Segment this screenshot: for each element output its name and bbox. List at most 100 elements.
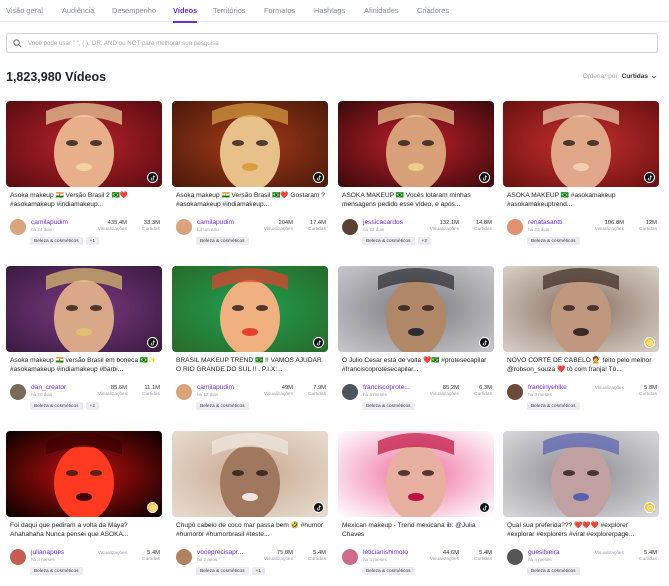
tab-v-deos[interactable]: Vídeos [173,0,198,23]
video-card[interactable]: Foi daqui que pediram a volta da Maya? A… [6,431,162,579]
video-thumbnail[interactable] [503,266,659,352]
category-tag[interactable]: +2 [417,237,432,245]
video-card[interactable]: Chupô cabelo de coco mar passa bem 🤣 #hu… [172,431,328,579]
sort-dropdown[interactable]: Curtidas [622,73,657,80]
likes-label: Curtidas [474,392,492,397]
category-tag[interactable]: Beleza & cosméticos [362,237,415,245]
tab-audi-ncia[interactable]: Audiência [62,0,94,22]
avatar[interactable] [10,549,26,565]
category-tag[interactable]: Beleza & cosméticos [527,402,580,410]
video-thumbnail[interactable] [172,266,328,352]
avatar[interactable] [10,384,26,400]
video-thumbnail[interactable] [503,101,659,187]
creator-username[interactable]: francinyehlke [528,384,567,391]
thumbnail-image [503,101,659,187]
avatar[interactable] [342,549,358,565]
post-date: há 3 meses [363,557,387,562]
tiktok-icon [150,339,155,345]
tab-afinidades[interactable]: Afinidades [364,0,399,22]
views-value: 85.2M [442,385,459,391]
creator-username[interactable]: dan_creator [31,384,66,391]
category-tag[interactable]: Beleza & cosméticos [362,402,415,410]
creator-username[interactable]: guesilveira [528,549,560,556]
category-tag[interactable]: Beleza & cosméticos [196,237,249,245]
platform-badge [644,337,655,348]
platform-badge [147,502,158,513]
video-card[interactable]: Mexican makeup - Trend mexicana ib: @Jul… [338,431,494,579]
avatar[interactable] [507,219,523,235]
avatar[interactable] [176,219,192,235]
creator-username[interactable]: renatasantti [528,219,562,226]
video-thumbnail[interactable] [6,431,162,517]
category-tag[interactable]: +1 [85,237,100,245]
creator-username[interactable]: camilapudim [197,384,234,391]
video-meta: jessicacardos há 22 dias 132.1M Visualizaçõ… [342,217,492,237]
sort-label: Ordenar por [582,73,618,80]
avatar[interactable] [507,384,523,400]
video-card[interactable]: Asoka makeup 🇮🇳 versão Brasil em boneca … [6,266,162,414]
category-tag[interactable]: Beleza & cosméticos [196,567,249,575]
thumbnail-image [503,266,659,352]
video-card[interactable]: NOVO CORTE DE CABELO 💇 feito pelo melhor… [503,266,659,414]
category-tag[interactable]: Beleza & cosméticos [30,402,83,410]
likes-stat: 17.4M Curtidas [308,220,326,232]
video-card[interactable]: ASOKA MAKEUP 🇧🇷 Vocês lotaram minhas men… [338,101,494,249]
tag-list: Beleza & cosméticos [30,567,83,575]
creator-username[interactable]: leticianishimoto [363,549,408,556]
post-date: há 22 dias [528,227,550,232]
avatar[interactable] [342,219,358,235]
tab-territ-rios[interactable]: Territórios [213,0,245,22]
search-icon [13,38,22,47]
tab-formatos[interactable]: Formatos [264,0,295,22]
avatar[interactable] [10,219,26,235]
category-tag[interactable]: Beleza & cosméticos [196,402,249,410]
views-value: 75.8M [276,550,293,556]
creator-username[interactable]: camilapudim [31,219,68,226]
video-meta: camilapudim há 12 dias 49M Visualizações 7.9… [176,382,326,402]
creator-username[interactable]: franciscoprote... [363,384,410,391]
video-card[interactable]: ASOKA MAKEUP 🇧🇷 #asokamakeup #asokamakeu… [503,101,659,249]
video-meta: francinyehlke há 3 meses Visualizações 5.8M… [507,382,657,402]
avatar[interactable] [342,384,358,400]
category-tag[interactable]: Beleza & cosméticos [527,567,580,575]
category-tag[interactable]: Beleza & cosméticos [30,237,83,245]
tiktok-icon [482,174,487,180]
post-date: há 2 anos [197,557,218,562]
category-tag[interactable]: Beleza & cosméticos [527,237,580,245]
video-card[interactable]: Asoka makeup 🇮🇳 Versão Brasil 2 🇧🇷❤️ #as… [6,101,162,249]
video-thumbnail[interactable] [503,431,659,517]
video-card[interactable]: BRASIL MAKEUP TREND 🇧🇷 !! VAMOS AJUDAR O… [172,266,328,414]
tiktok-icon [316,174,321,180]
video-thumbnail[interactable] [338,266,494,352]
video-card[interactable]: Qual sua preferida??? ❤️❤️❤️ #explorer #… [503,431,659,579]
category-tag[interactable]: Beleza & cosméticos [362,567,415,575]
category-tag[interactable]: Beleza & cosméticos [30,567,83,575]
video-description: ASOKA MAKEUP 🇧🇷 Vocês lotaram minhas men… [342,192,471,209]
video-thumbnail[interactable] [6,101,162,187]
tab-desempenho[interactable]: Desempenho [112,0,156,22]
video-meta: guesilveira há 4 meses Visualizações 5.4M Cu… [507,547,657,567]
creator-username[interactable]: jessicacardos [363,219,403,226]
category-tag[interactable]: +2 [85,402,100,410]
creator-username[interactable]: julianapoes [31,549,64,556]
video-thumbnail[interactable] [172,101,328,187]
video-thumbnail[interactable] [6,266,162,352]
tab-criadores[interactable]: Criadores [417,0,449,22]
search-bar[interactable] [6,33,658,53]
video-thumbnail[interactable] [338,431,494,517]
category-tag[interactable]: +1 [251,567,266,575]
avatar[interactable] [176,384,192,400]
avatar[interactable] [176,549,192,565]
tab-vis-o-geral[interactable]: Visão geral [6,0,43,22]
search-input[interactable] [28,39,628,47]
video-card[interactable]: O Julio Cesar está de volta ❤️🇧🇷 #protes… [338,266,494,414]
video-meta: voceprecisapr... há 2 anos 75.8M Visualizaç… [176,547,326,567]
tab-hashtags[interactable]: Hashtags [314,0,345,22]
video-thumbnail[interactable] [172,431,328,517]
avatar[interactable] [507,549,523,565]
video-card[interactable]: Asoka makeup 🇮🇳 Versão Brasil 🇧🇷❤️ Gosta… [172,101,328,249]
video-thumbnail[interactable] [338,101,494,187]
video-description: Qual sua preferida??? ❤️❤️❤️ #explorer #… [507,522,635,539]
creator-username[interactable]: camilapudim [197,219,234,226]
creator-username[interactable]: voceprecisapr... [197,549,243,556]
